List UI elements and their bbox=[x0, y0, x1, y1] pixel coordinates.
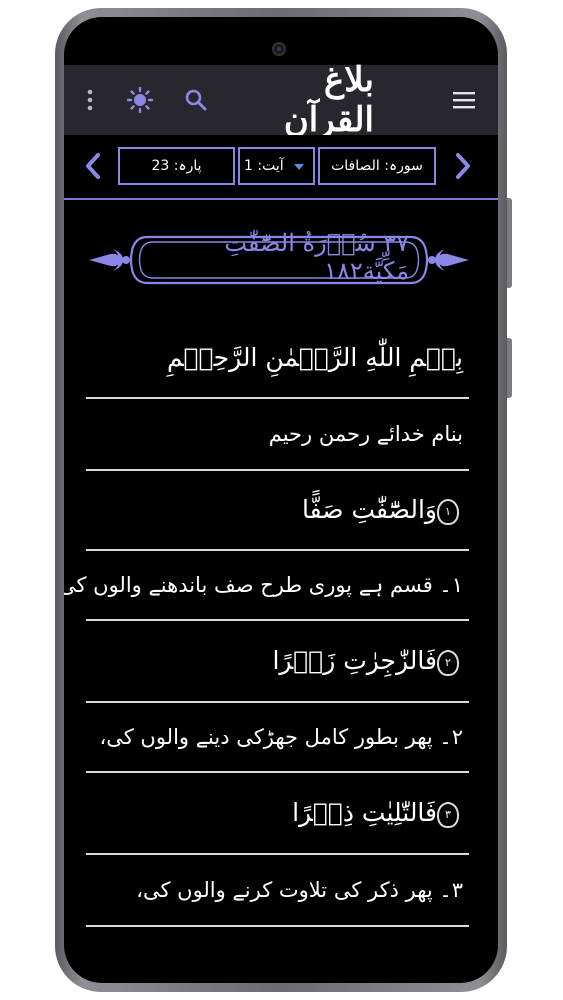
more-vertical-icon[interactable] bbox=[80, 65, 100, 135]
brightness-icon[interactable] bbox=[122, 65, 158, 135]
verse-arabic: ٣فَالتّٰلِيٰتِ ذِكۡرًا bbox=[292, 798, 469, 828]
previous-arrow-icon[interactable] bbox=[78, 149, 108, 183]
verse-arabic-text: وَالصّٰٓفّٰتِ صَفًّا bbox=[302, 495, 437, 525]
next-arrow-icon[interactable] bbox=[448, 149, 478, 183]
list-item[interactable]: ۱۔ قسم ہے پوری طرح صف باندھنے والوں کی، bbox=[64, 551, 469, 621]
hamburger-menu-icon[interactable] bbox=[444, 65, 484, 135]
list-item[interactable]: ١وَالصّٰٓفّٰتِ صَفًّا bbox=[86, 471, 469, 551]
app-logo-text: بلاغ القرآن bbox=[283, 60, 374, 140]
list-item[interactable]: ۲۔ پھر بطور کامل جھڑکی دینے والوں کی، bbox=[86, 703, 469, 773]
list-item[interactable]: ٢فَالزّٰجِرٰتِ زَجۡرًا bbox=[86, 621, 469, 703]
search-icon[interactable] bbox=[176, 65, 216, 135]
surah-heading: ٣٧ سُوۡرَةُ الصّٰٓفّٰتِ مَكِّيَّة١٨٢ bbox=[224, 229, 409, 285]
front-camera bbox=[272, 42, 286, 56]
ayah-number-marker: ٢ bbox=[437, 649, 459, 676]
volume-button bbox=[507, 198, 512, 288]
verse-list: بِسۡمِ اللّٰهِ الرَّحۡمٰنِ الرَّحِيۡمِ ب… bbox=[64, 317, 476, 927]
verse-arabic-text: فَالتّٰلِيٰتِ ذِكۡرًا bbox=[292, 798, 437, 828]
bismillah-arabic: بِسۡمِ اللّٰهِ الرَّحۡمٰنِ الرَّحِيۡمِ bbox=[167, 342, 463, 372]
verse-arabic-text: فَالزّٰجِرٰتِ زَجۡرًا bbox=[272, 646, 437, 676]
app-toolbar: بلاغ القرآن bbox=[64, 60, 498, 140]
verse-translation: ۱۔ قسم ہے پوری طرح صف باندھنے والوں کی، bbox=[64, 573, 463, 597]
list-item[interactable]: ۳۔ پھر ذکر کی تلاوت کرنے والوں کی، bbox=[86, 855, 469, 927]
navigation-bar: پارہ: 23 آیت: 1 سورہ: الصافات bbox=[64, 135, 498, 197]
ayat-label: آیت: 1 bbox=[244, 158, 284, 174]
phone-frame: بلاغ القرآن پارہ: 23 آیت: 1 سورہ: الصافا… bbox=[55, 8, 512, 992]
power-button bbox=[507, 338, 512, 398]
surah-selector[interactable]: سورہ: الصافات bbox=[318, 147, 436, 185]
para-selector[interactable]: پارہ: 23 bbox=[118, 147, 235, 185]
chevron-down-icon bbox=[294, 164, 304, 170]
verse-arabic: ٢فَالزّٰجِرٰتِ زَجۡرًا bbox=[272, 646, 469, 676]
list-item: بِسۡمِ اللّٰهِ الرَّحۡمٰنِ الرَّحِيۡمِ bbox=[86, 317, 469, 399]
nav-divider bbox=[64, 198, 498, 200]
surah-banner: ٣٧ سُوۡرَةُ الصّٰٓفّٰتِ مَكِّيَّة١٨٢ bbox=[89, 227, 469, 293]
para-label: پارہ: 23 bbox=[151, 158, 202, 174]
list-item[interactable]: ٣فَالتّٰلِيٰتِ ذِكۡرًا bbox=[86, 773, 469, 855]
verse-arabic: ١وَالصّٰٓفّٰتِ صَفًّا bbox=[302, 495, 469, 525]
bismillah-translation: بنام خدائے رحمن رحیم bbox=[268, 422, 463, 446]
surah-label: سورہ: الصافات bbox=[331, 158, 423, 174]
ayah-number-marker: ٣ bbox=[437, 801, 459, 828]
list-item: بنام خدائے رحمن رحیم bbox=[86, 399, 469, 471]
verse-translation: ۲۔ پھر بطور کامل جھڑکی دینے والوں کی، bbox=[99, 725, 463, 749]
app-logo: بلاغ القرآن bbox=[244, 60, 374, 140]
ayah-number-marker: ١ bbox=[437, 498, 459, 525]
verse-translation: ۳۔ پھر ذکر کی تلاوت کرنے والوں کی، bbox=[136, 878, 463, 902]
screen: بلاغ القرآن پارہ: 23 آیت: 1 سورہ: الصافا… bbox=[64, 17, 498, 983]
ayat-dropdown[interactable]: آیت: 1 bbox=[238, 147, 315, 185]
